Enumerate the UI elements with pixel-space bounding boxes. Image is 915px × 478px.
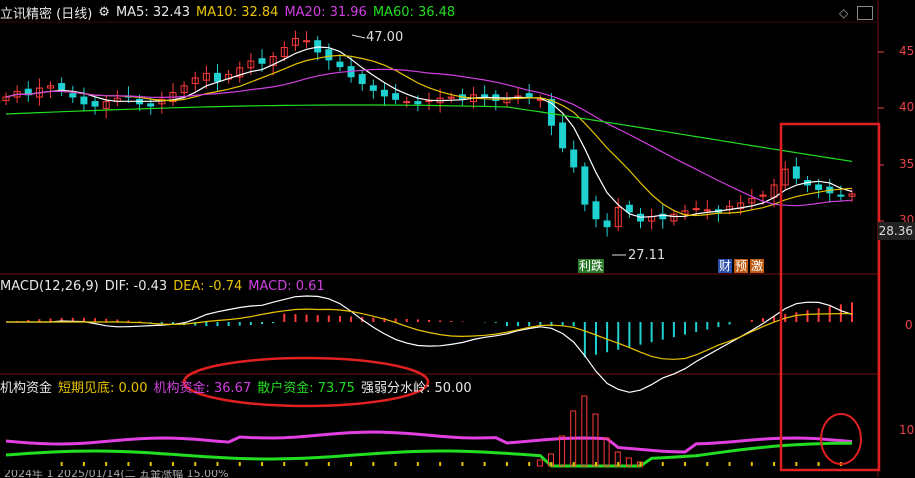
diamond-icon[interactable]: ◇ bbox=[839, 6, 848, 20]
current-price-tag: 28.36 bbox=[878, 222, 915, 240]
macd-value: MACD: 0.61 bbox=[248, 278, 325, 294]
candle-body bbox=[525, 93, 533, 98]
low-price-label: 27.11 bbox=[628, 248, 666, 263]
candle-body bbox=[380, 89, 388, 97]
candle-body bbox=[414, 101, 422, 105]
macd-title[interactable]: MACD(12,26,9) bbox=[0, 279, 99, 294]
candle-body bbox=[792, 166, 800, 179]
dif-value: DIF: -0.43 bbox=[104, 278, 168, 294]
fund-title[interactable]: 机构资金 bbox=[0, 377, 52, 396]
candle-body bbox=[592, 201, 600, 220]
event-badge-die[interactable]: 跌 bbox=[590, 259, 605, 273]
high-price-label: 47.00 bbox=[366, 30, 404, 45]
retail-fund-line bbox=[5, 441, 852, 468]
candle-body bbox=[325, 49, 333, 61]
candle-body bbox=[559, 122, 567, 149]
short-bottom-bar bbox=[581, 395, 588, 467]
ma10-line bbox=[5, 54, 853, 217]
dea-line bbox=[6, 308, 852, 360]
candle-body bbox=[214, 72, 221, 82]
candle-body bbox=[336, 61, 344, 68]
short-bottom-bar bbox=[603, 437, 610, 467]
institution-fund-value: 机构资金: 36.67 bbox=[153, 380, 252, 396]
candle-body bbox=[570, 149, 578, 168]
fund-axis-10: 10 bbox=[899, 423, 915, 437]
axis-label-35: 35 bbox=[899, 157, 915, 171]
candle-body bbox=[403, 101, 411, 104]
fund-header: 机构资金 短期见底: 0.00 机构资金: 36.67 散户资金: 73.75 … bbox=[0, 374, 478, 398]
settings-dropdown-icon[interactable]: ⚙ bbox=[98, 5, 110, 20]
ma5-value: MA5: 32.43 bbox=[115, 4, 191, 20]
candle-body bbox=[69, 93, 77, 98]
event-badge-cai[interactable]: 财 bbox=[718, 259, 733, 273]
candle-body bbox=[303, 40, 311, 43]
retail-fund-value: 散户资金: 73.75 bbox=[257, 380, 355, 396]
watershed-value: 强弱分水岭: 50.00 bbox=[360, 380, 472, 396]
ma10-value: MA10: 32.84 bbox=[196, 4, 279, 20]
institution-fund-line bbox=[5, 430, 853, 454]
candle-body bbox=[80, 96, 88, 105]
axis-label-45: 45 bbox=[899, 44, 915, 58]
candle-body bbox=[815, 184, 823, 190]
short-bottom-bar bbox=[592, 413, 599, 467]
short-bottom-value: 短期见底: 0.00 bbox=[58, 380, 148, 396]
candle-body bbox=[692, 208, 700, 211]
candle-body bbox=[258, 58, 266, 64]
ma60-line bbox=[5, 104, 853, 162]
candle-body bbox=[625, 204, 633, 213]
candle-body bbox=[603, 220, 611, 228]
dea-value: DEA: -0.74 bbox=[173, 278, 243, 294]
candle-body bbox=[314, 40, 322, 53]
axis-label-40: 40 bbox=[899, 100, 915, 114]
high-marker-line bbox=[351, 34, 366, 39]
macd-axis-zero: 0 bbox=[905, 318, 913, 332]
candle-body bbox=[837, 194, 845, 197]
candle-body bbox=[581, 166, 589, 205]
candle-body bbox=[147, 103, 155, 107]
stock-chart[interactable] bbox=[0, 0, 915, 477]
candle-body bbox=[392, 93, 400, 100]
short-bottom-bar bbox=[559, 435, 566, 467]
candle-body bbox=[358, 74, 366, 85]
window-toggle-icon[interactable] bbox=[857, 6, 873, 20]
ma60-value: MA60: 36.48 bbox=[372, 4, 456, 20]
event-badge-yu[interactable]: 预 bbox=[734, 259, 749, 273]
candle-body bbox=[369, 85, 377, 91]
macd-header: MACD(12,26,9) DIF: -0.43 DEA: -0.74 MACD… bbox=[0, 274, 331, 298]
candle-body bbox=[91, 101, 99, 107]
event-badge-ji[interactable]: 激 bbox=[750, 259, 765, 273]
main-chart-header: 立讯精密 (日线) ⚙ MA5: 32.43 MA10: 32.84 MA20:… bbox=[0, 0, 461, 24]
short-bottom-bar bbox=[536, 459, 543, 467]
ma20-value: MA20: 31.96 bbox=[284, 4, 367, 20]
stock-title[interactable]: 立讯精密 (日线) bbox=[0, 3, 92, 22]
ma20-line bbox=[5, 68, 853, 207]
